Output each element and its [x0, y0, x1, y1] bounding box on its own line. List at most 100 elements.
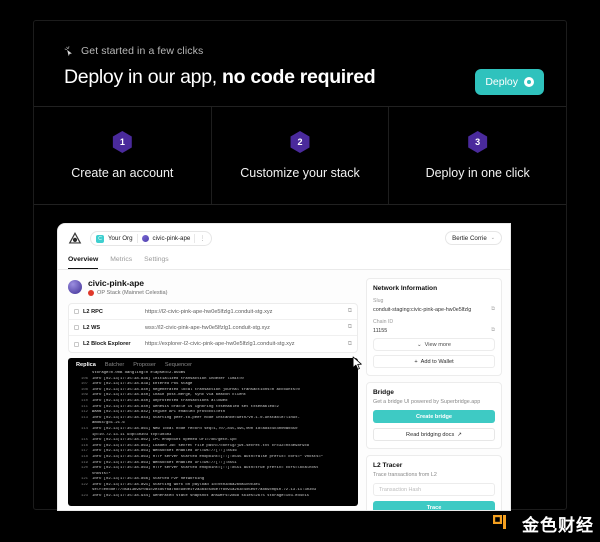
- log-line-text: INFO [02-13|17:35:38.866] Started P2P ne…: [92, 477, 205, 482]
- log-terminal: Replica Batcher Proposer Sequencer stora…: [68, 358, 358, 506]
- step-number-1: 1: [119, 137, 125, 147]
- jinse-logo-icon: [492, 511, 517, 536]
- terminal-tab-proposer[interactable]: Proposer: [133, 362, 156, 368]
- endpoint-url: https://l2-civic-pink-ape-hw0e5lfzlg1.co…: [145, 308, 273, 315]
- org-label: Your Org: [108, 235, 133, 242]
- bridge-panel-subtitle: Get a bridge UI powered by Superbridge.a…: [373, 399, 481, 405]
- tab-metrics[interactable]: Metrics: [110, 256, 132, 269]
- copy-icon[interactable]: ⧉: [348, 324, 352, 331]
- user-menu-label: Bertie Corrie: [452, 234, 487, 242]
- project-avatar: [68, 280, 82, 294]
- checkbox-icon[interactable]: [74, 325, 79, 330]
- terminal-tab-batcher[interactable]: Batcher: [105, 362, 124, 368]
- step-badge-2: 2: [289, 131, 311, 153]
- chain-id-row: 11155 ⧉: [373, 327, 495, 334]
- read-bridging-docs-button[interactable]: Read bridging docs ↗: [373, 428, 495, 441]
- log-line-text: INFO [02-13|17:35:38.839] Entered PoS st…: [92, 382, 193, 387]
- l2-tracer-panel: L2 Tracer Trace transactions from L2 Tra…: [366, 455, 502, 510]
- project-stack-row: OP Stack (Mainnet Celestia): [88, 290, 167, 296]
- log-line-text: INFO [02-13|17:35:38.863] WebSocket enab…: [92, 460, 237, 465]
- chevron-down-icon: ⌄: [416, 341, 422, 348]
- org-avatar: C: [96, 234, 104, 243]
- trace-button[interactable]: Trace: [373, 501, 495, 510]
- log-line-text: INFO [02-13|17:35:38.836] Initialized tr…: [92, 376, 244, 381]
- copy-icon[interactable]: ⧉: [348, 341, 352, 348]
- plus-icon: +: [414, 358, 418, 365]
- terminal-tab-replica[interactable]: Replica: [76, 362, 96, 368]
- endpoint-url: https://explorer-l2-civic-pink-ape-hw0e5…: [145, 341, 295, 347]
- tracer-panel-title: L2 Tracer: [373, 462, 403, 469]
- endpoint-row-l2-rpc[interactable]: L2 RPC https://l2-civic-pink-ape-hw0e5lf…: [69, 304, 357, 320]
- page-title: civic-pink-ape: [88, 278, 144, 288]
- endpoint-label: L2 WS: [83, 324, 101, 331]
- endpoint-row-l2-block-explorer[interactable]: L2 Block Explorer https://explorer-l2-ci…: [69, 336, 357, 352]
- log-line-text: INFO [02-13|17:35:38.863] WebSocket enab…: [92, 449, 237, 454]
- chain-id-value: 11155: [373, 327, 388, 334]
- transaction-hash-input[interactable]: Transaction Hash: [373, 483, 495, 496]
- log-line-text: INFO [02-13|17:35:38.843] Starting peer-…: [92, 415, 300, 420]
- transaction-hash-placeholder: Transaction Hash: [379, 486, 422, 493]
- external-link-icon: ↗: [457, 431, 462, 438]
- log-line-number: 120: [80, 466, 88, 471]
- deploy-button[interactable]: Deploy: [475, 69, 544, 95]
- hero-title-bold: no code required: [221, 66, 376, 88]
- log-line-text: amd64/go1.21.6: [92, 421, 125, 426]
- user-menu[interactable]: Bertie Corrie ⌄: [445, 231, 502, 245]
- watermark-text: 金色财经: [522, 516, 594, 536]
- endpoint-url: wss://l2-civic-pink-ape-hw0e5lfzlg1.cond…: [145, 324, 270, 331]
- network-information-panel: Network Information Slug conduit-staging…: [366, 278, 502, 376]
- copy-icon[interactable]: ⧉: [491, 306, 495, 313]
- main-column: civic-pink-ape OP Stack (Mainnet Celesti…: [68, 278, 358, 510]
- endpoint-label: L2 Block Explorer: [83, 341, 131, 347]
- hero-header: Get started in a few clicks Deploy in ou…: [34, 21, 566, 107]
- org-breadcrumb-chip[interactable]: C Your Org civic-pink-ape ⋮: [90, 231, 212, 246]
- log-line-text: INFO [02-13|17:35:38.863] Loaded JWT sec…: [92, 443, 310, 448]
- copy-icon[interactable]: ⧉: [348, 308, 352, 315]
- project-breadcrumb-label: civic-pink-ape: [152, 235, 191, 242]
- mouse-cursor: [352, 356, 362, 370]
- log-line-text: vhosts=*: [92, 471, 111, 476]
- log-line-text: INFO [02-13|17:35:38.840] Regenerated lo…: [92, 387, 300, 392]
- network-panel-title: Network Information: [373, 285, 438, 292]
- add-to-wallet-button[interactable]: + Add to Wallet: [373, 355, 495, 368]
- conduit-logo-icon: [68, 232, 82, 244]
- view-more-button[interactable]: ⌄ View more: [373, 338, 495, 351]
- read-bridging-docs-label: Read bridging docs: [406, 431, 455, 438]
- checkbox-icon[interactable]: [74, 341, 79, 347]
- app-top-nav: C Your Org civic-pink-ape ⋮ Bertie Corri…: [58, 224, 510, 270]
- log-line-text: self=enode://d5a13b95f0a1c2e4d5f6a7b8c9d…: [92, 488, 317, 493]
- create-bridge-label: Create bridge: [415, 413, 453, 420]
- chain-id-label: Chain ID: [373, 319, 394, 325]
- chip-divider-2: [194, 234, 196, 243]
- log-line: 123 INFO [02-13|17:35:38.944] Generated s…: [74, 494, 354, 500]
- log-line-text: INFO [02-13|17:35:38.861] New local node…: [92, 426, 298, 431]
- deploy-button-label: Deploy: [485, 76, 518, 88]
- step-customize-stack: 2 Customize your stack: [212, 107, 390, 204]
- bridge-panel: Bridge Get a bridge UI powered by Superb…: [366, 382, 502, 449]
- hero-title: Deploy in our app, no code required: [64, 66, 544, 89]
- log-line-text: WARN [02-13|17:35:38.842] Engine API ena…: [92, 410, 226, 415]
- step-create-account: 1 Create an account: [34, 107, 212, 204]
- app-body: civic-pink-ape OP Stack (Mainnet Celesti…: [58, 270, 510, 510]
- kebab-menu-icon[interactable]: ⋮: [199, 235, 205, 242]
- log-line-text: ip=10.72.13.11 udp=30303 tcp=30303: [92, 432, 172, 437]
- app-screenshot: C Your Org civic-pink-ape ⋮ Bertie Corri…: [58, 224, 510, 510]
- tab-settings[interactable]: Settings: [144, 256, 169, 269]
- copy-icon[interactable]: ⧉: [491, 327, 495, 334]
- create-bridge-button[interactable]: Create bridge: [373, 410, 495, 423]
- terminal-tabs: Replica Batcher Proposer Sequencer: [68, 358, 358, 371]
- terminal-log-output[interactable]: storage=0.00B dangling=0 elapsed=2.856ms…: [68, 371, 358, 500]
- tracer-panel-subtitle: Trace transactions from L2: [373, 472, 437, 478]
- tab-overview[interactable]: Overview: [68, 256, 99, 269]
- project-stack-label: OP Stack (Mainnet Celestia): [97, 290, 168, 296]
- trace-button-label: Trace: [426, 504, 442, 511]
- log-line-text: INFO [02-13|17:35:38.944] Generated stat…: [92, 494, 310, 499]
- checkbox-icon[interactable]: [74, 309, 79, 314]
- terminal-tab-sequencer[interactable]: Sequencer: [165, 362, 192, 368]
- endpoint-row-l2-ws[interactable]: L2 WS wss://l2-civic-pink-ape-hw0e5lfzlg…: [69, 320, 357, 336]
- log-line-text: INFO [02-13|17:35:38.891] Starting work …: [92, 482, 261, 487]
- bridge-panel-title: Bridge: [373, 389, 394, 396]
- hero-title-regular: Deploy in our app,: [64, 66, 222, 88]
- step-badge-3: 3: [467, 131, 489, 153]
- log-line-text: INFO [02-13|17:35:38.863] HTTP server st…: [92, 466, 319, 471]
